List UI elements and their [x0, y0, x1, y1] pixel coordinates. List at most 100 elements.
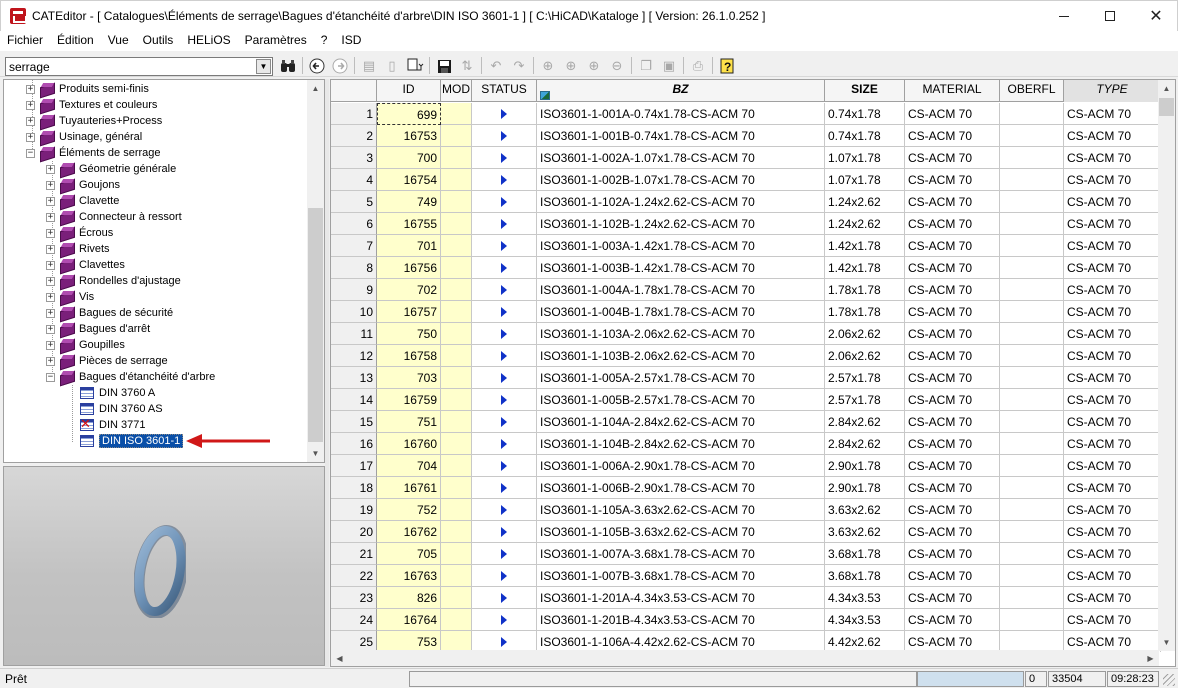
cell-bz[interactable]: ISO3601-1-003B-1.42x1.78-CS-ACM 70 — [537, 257, 825, 279]
menu-helios[interactable]: HELiOS — [180, 31, 237, 51]
expand-icon[interactable]: + — [46, 180, 55, 190]
cell-bz[interactable]: ISO3601-1-103A-2.06x2.62-CS-ACM 70 — [537, 323, 825, 345]
cell-bz[interactable]: ISO3601-1-002B-1.07x1.78-CS-ACM 70 — [537, 169, 825, 191]
table-row[interactable]: 1 699 ISO3601-1-001A-0.74x1.78-CS-ACM 70 0.… — [331, 103, 1161, 125]
cell-bz[interactable]: ISO3601-1-201A-4.34x3.53-CS-ACM 70 — [537, 587, 825, 609]
expand-icon[interactable]: + — [46, 276, 55, 286]
table-row[interactable]: 15 751 ISO3601-1-104A-2.84x2.62-CS-ACM 70 2… — [331, 411, 1161, 433]
tree-node-clavettes[interactable]: + Clavettes — [46, 257, 125, 273]
cell-material[interactable]: CS-ACM 70 — [905, 433, 1000, 455]
cell-bz[interactable]: ISO3601-1-007A-3.68x1.78-CS-ACM 70 — [537, 543, 825, 565]
table-row[interactable]: 24 16764 ISO3601-1-201B-4.34x3.53-CS-ACM 7… — [331, 609, 1161, 631]
cell-status[interactable] — [472, 389, 537, 411]
cell-type[interactable]: CS-ACM 70 — [1064, 631, 1161, 652]
minimize-button[interactable] — [1041, 1, 1087, 31]
cell-material[interactable]: CS-ACM 70 — [905, 345, 1000, 367]
expand-icon[interactable]: + — [26, 116, 35, 126]
doc-link-icon[interactable] — [405, 56, 425, 76]
status-play-icon[interactable] — [501, 263, 507, 273]
doc-icon[interactable]: ▯ — [382, 56, 402, 76]
cell-mod[interactable] — [441, 235, 472, 257]
cell-bz[interactable]: ISO3601-1-104B-2.84x2.62-CS-ACM 70 — [537, 433, 825, 455]
cell-material[interactable]: CS-ACM 70 — [905, 455, 1000, 477]
expand-icon[interactable]: + — [46, 212, 55, 222]
cell-type[interactable]: CS-ACM 70 — [1064, 477, 1161, 499]
cell-material[interactable]: CS-ACM 70 — [905, 125, 1000, 147]
cell-size[interactable]: 1.78x1.78 — [825, 279, 905, 301]
chevron-down-icon[interactable]: ▼ — [256, 59, 271, 74]
cell-status[interactable] — [472, 367, 537, 389]
tree-table-din-3760-as[interactable]: DIN 3760 AS — [80, 401, 163, 417]
cell-oberfl[interactable] — [1000, 389, 1064, 411]
cell-id[interactable]: 16758 — [377, 345, 441, 367]
cell-oberfl[interactable] — [1000, 543, 1064, 565]
cell-oberfl[interactable] — [1000, 323, 1064, 345]
tree-node-textures[interactable]: + Textures et couleurs — [26, 97, 157, 113]
panel-splitter[interactable] — [325, 79, 329, 667]
cell-size[interactable]: 4.34x3.53 — [825, 587, 905, 609]
cell-mod[interactable] — [441, 609, 472, 631]
cell-status[interactable] — [472, 411, 537, 433]
scroll-down-icon[interactable]: ▼ — [1158, 634, 1175, 651]
cell-type[interactable]: CS-ACM 70 — [1064, 587, 1161, 609]
maximize-button[interactable] — [1087, 1, 1133, 31]
cell-id[interactable]: 16753 — [377, 125, 441, 147]
cell-size[interactable]: 1.78x1.78 — [825, 301, 905, 323]
status-play-icon[interactable] — [501, 329, 507, 339]
cell-bz[interactable]: ISO3601-1-103B-2.06x2.62-CS-ACM 70 — [537, 345, 825, 367]
delete-row-icon[interactable]: ⊖ — [607, 56, 627, 76]
cell-oberfl[interactable] — [1000, 411, 1064, 433]
tree-node-clavette[interactable]: + Clavette — [46, 193, 119, 209]
help-icon[interactable]: ? — [717, 56, 737, 76]
menu-parametres[interactable]: Paramètres — [238, 31, 314, 51]
status-play-icon[interactable] — [501, 285, 507, 295]
cell-oberfl[interactable] — [1000, 631, 1064, 652]
status-play-icon[interactable] — [501, 505, 507, 515]
save-icon[interactable] — [434, 56, 454, 76]
expand-icon[interactable]: + — [46, 292, 55, 302]
cell-bz[interactable]: ISO3601-1-102B-1.24x2.62-CS-ACM 70 — [537, 213, 825, 235]
tree-node-bagues-etancheite[interactable]: − Bagues d'étanchéité d'arbre — [46, 369, 215, 385]
cell-size[interactable]: 1.24x2.62 — [825, 213, 905, 235]
cell-oberfl[interactable] — [1000, 235, 1064, 257]
cell-mod[interactable] — [441, 125, 472, 147]
scroll-down-icon[interactable]: ▼ — [307, 445, 324, 462]
cell-oberfl[interactable] — [1000, 477, 1064, 499]
catalog-table[interactable]: ID MOD STATUS BZ SIZE MATERIAL OBERFL TY… — [330, 79, 1176, 667]
tree-scrollbar[interactable]: ▲ ▼ — [307, 80, 324, 462]
cell-oberfl[interactable] — [1000, 213, 1064, 235]
table-row[interactable]: 5 749 ISO3601-1-102A-1.24x2.62-CS-ACM 70 1.… — [331, 191, 1161, 213]
cell-material[interactable]: CS-ACM 70 — [905, 147, 1000, 169]
cell-id[interactable]: 16759 — [377, 389, 441, 411]
header-oberfl[interactable]: OBERFL — [1000, 80, 1064, 102]
cell-material[interactable]: CS-ACM 70 — [905, 587, 1000, 609]
forward-icon[interactable] — [330, 56, 350, 76]
cell-material[interactable]: CS-ACM 70 — [905, 235, 1000, 257]
cell-status[interactable] — [472, 213, 537, 235]
expand-icon[interactable]: + — [46, 196, 55, 206]
cell-id[interactable]: 16762 — [377, 521, 441, 543]
search-input[interactable] — [6, 58, 254, 75]
cell-id[interactable]: 749 — [377, 191, 441, 213]
status-play-icon[interactable] — [501, 527, 507, 537]
table-row[interactable]: 19 752 ISO3601-1-105A-3.63x2.62-CS-ACM 70 3… — [331, 499, 1161, 521]
cell-mod[interactable] — [441, 213, 472, 235]
cell-bz[interactable]: ISO3601-1-007B-3.68x1.78-CS-ACM 70 — [537, 565, 825, 587]
expand-icon[interactable]: + — [46, 260, 55, 270]
status-play-icon[interactable] — [501, 109, 507, 119]
tree-node-usinage[interactable]: + Usinage, général — [26, 129, 142, 145]
cell-status[interactable] — [472, 345, 537, 367]
cell-type[interactable]: CS-ACM 70 — [1064, 125, 1161, 147]
cell-bz[interactable]: ISO3601-1-006B-2.90x1.78-CS-ACM 70 — [537, 477, 825, 499]
cell-status[interactable] — [472, 631, 537, 652]
cell-id[interactable]: 751 — [377, 411, 441, 433]
cell-material[interactable]: CS-ACM 70 — [905, 389, 1000, 411]
cell-material[interactable]: CS-ACM 70 — [905, 169, 1000, 191]
tree-node-elements-de-serrage[interactable]: − Éléments de serrage — [26, 145, 161, 161]
add-row-icon[interactable]: ⊕ — [538, 56, 558, 76]
cell-status[interactable] — [472, 499, 537, 521]
expand-icon[interactable]: + — [46, 324, 55, 334]
cell-material[interactable]: CS-ACM 70 — [905, 279, 1000, 301]
tree-node-bagues-arret[interactable]: + Bagues d'arrêt — [46, 321, 150, 337]
add-row-bottom-icon[interactable]: ⊕ — [584, 56, 604, 76]
